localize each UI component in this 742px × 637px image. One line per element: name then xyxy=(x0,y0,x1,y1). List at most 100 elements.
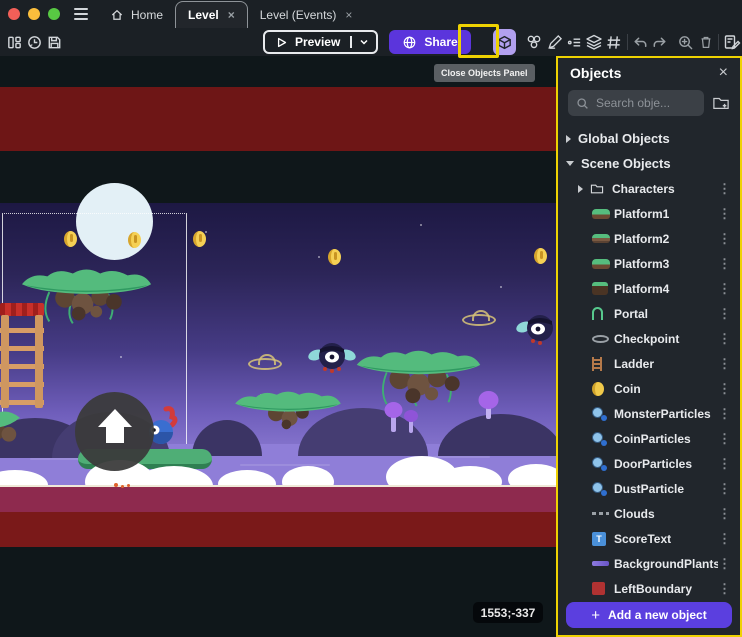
object-menu-icon[interactable]: ⋮ xyxy=(718,581,728,597)
tab-level[interactable]: Level × xyxy=(175,1,248,28)
panels-icon[interactable] xyxy=(5,30,25,54)
hamburger-menu-icon[interactable] xyxy=(74,8,88,20)
object-row-checkpoint[interactable]: Checkpoint⋮ xyxy=(558,326,740,351)
object-menu-icon[interactable]: ⋮ xyxy=(718,331,728,347)
add-new-object-button[interactable]: + Add a new object xyxy=(566,602,732,628)
object-row-portal[interactable]: Portal⋮ xyxy=(558,301,740,326)
object-menu-icon[interactable]: ⋮ xyxy=(718,181,728,197)
object-menu-icon[interactable]: ⋮ xyxy=(718,281,728,297)
object-label: LeftBoundary xyxy=(614,582,718,596)
platform-instance[interactable] xyxy=(353,344,484,410)
object-label: Platform1 xyxy=(614,207,718,221)
object-row-scoretext[interactable]: TScoreText⋮ xyxy=(558,526,740,551)
plus-icon: + xyxy=(591,607,600,624)
object-menu-icon[interactable]: ⋮ xyxy=(718,256,728,272)
maximize-window-button[interactable] xyxy=(48,8,60,20)
platform-instance[interactable] xyxy=(0,403,24,449)
object-row-dustparticle[interactable]: DustParticle⋮ xyxy=(558,476,740,501)
edit-events-icon[interactable] xyxy=(722,30,742,54)
preview-label: Preview xyxy=(295,35,340,49)
platform-instance[interactable] xyxy=(230,386,346,434)
object-menu-icon[interactable]: ⋮ xyxy=(718,531,728,547)
folder-characters[interactable]: Characters ⋮ xyxy=(558,176,740,201)
monster-instance[interactable] xyxy=(308,340,356,378)
layers-icon[interactable] xyxy=(584,30,604,54)
text-icon: T xyxy=(592,532,606,546)
lower-boundary-band[interactable] xyxy=(0,512,556,547)
particles-icon xyxy=(592,457,608,471)
object-row-platform2[interactable]: Platform2⋮ xyxy=(558,226,740,251)
section-global-objects[interactable]: Global Objects xyxy=(558,126,740,151)
gdevelop-window: Home Level × Level (Events) × Pr xyxy=(0,0,742,637)
coin-instance[interactable] xyxy=(193,231,206,247)
object-row-platform1[interactable]: Platform1⋮ xyxy=(558,201,740,226)
object-menu-icon[interactable]: ⋮ xyxy=(718,381,728,397)
ground-band[interactable] xyxy=(0,487,556,512)
dashes-icon xyxy=(592,512,609,515)
close-tab-icon[interactable]: × xyxy=(345,8,352,22)
add-folder-icon[interactable] xyxy=(712,95,730,111)
objects-cube-icon[interactable] xyxy=(493,29,516,55)
trash-icon[interactable] xyxy=(696,30,716,54)
top-boundary-object[interactable] xyxy=(0,87,556,151)
close-tab-icon[interactable]: × xyxy=(228,8,235,22)
undo-icon[interactable] xyxy=(630,30,650,54)
coin-instance[interactable] xyxy=(328,249,341,265)
object-menu-icon[interactable]: ⋮ xyxy=(718,406,728,422)
object-groups-icon[interactable] xyxy=(525,30,545,54)
preview-options-dropdown[interactable] xyxy=(350,36,376,48)
scene-canvas[interactable]: 1553;-337 xyxy=(0,56,556,637)
share-button[interactable]: Share xyxy=(389,30,470,54)
object-row-clouds[interactable]: Clouds⋮ xyxy=(558,501,740,526)
instances-list-icon[interactable] xyxy=(564,30,584,54)
object-row-coin[interactable]: Coin⋮ xyxy=(558,376,740,401)
particles-icon xyxy=(592,407,608,421)
coin-instance[interactable] xyxy=(64,231,77,247)
coin-instance[interactable] xyxy=(128,232,141,248)
section-scene-objects[interactable]: Scene Objects xyxy=(558,151,740,176)
object-menu-icon[interactable]: ⋮ xyxy=(718,356,728,372)
object-menu-icon[interactable]: ⋮ xyxy=(718,431,728,447)
search-input[interactable] xyxy=(596,96,686,110)
tab-home[interactable]: Home xyxy=(98,2,175,28)
up-arrow-icon xyxy=(106,426,124,443)
boundary-icon xyxy=(592,582,605,595)
object-menu-icon[interactable]: ⋮ xyxy=(718,306,728,322)
platform-block-icon xyxy=(592,282,608,295)
tab-label: Level (Events) xyxy=(260,8,337,22)
object-menu-icon[interactable]: ⋮ xyxy=(718,481,728,497)
checkpoint-outline[interactable] xyxy=(248,358,282,370)
object-row-backgroundplants[interactable]: BackgroundPlants⋮ xyxy=(558,551,740,576)
jump-control-button[interactable] xyxy=(75,392,154,471)
pencil-icon[interactable] xyxy=(544,30,564,54)
object-menu-icon[interactable]: ⋮ xyxy=(718,556,728,572)
object-row-coinparticles[interactable]: CoinParticles⋮ xyxy=(558,426,740,451)
object-row-platform4[interactable]: Platform4⋮ xyxy=(558,276,740,301)
close-panel-icon[interactable]: × xyxy=(719,65,728,81)
coin-instance[interactable] xyxy=(534,248,547,264)
preview-button[interactable]: Preview xyxy=(263,30,378,54)
close-window-button[interactable] xyxy=(8,8,20,20)
ladder-instance[interactable] xyxy=(0,315,44,408)
checkpoint-outline[interactable] xyxy=(462,314,496,326)
chevron-down-icon xyxy=(358,36,370,48)
object-row-leftboundary[interactable]: LeftBoundary⋮ xyxy=(558,576,740,596)
object-menu-icon[interactable]: ⋮ xyxy=(718,206,728,222)
minimize-window-button[interactable] xyxy=(28,8,40,20)
tab-level-events[interactable]: Level (Events) × xyxy=(248,2,365,28)
object-row-doorparticles[interactable]: DoorParticles⋮ xyxy=(558,451,740,476)
monster-instance[interactable] xyxy=(516,312,556,350)
object-row-monsterparticles[interactable]: MonsterParticles⋮ xyxy=(558,401,740,426)
object-search-input[interactable] xyxy=(568,90,704,116)
object-menu-icon[interactable]: ⋮ xyxy=(718,506,728,522)
zoom-in-icon[interactable] xyxy=(676,30,696,54)
save-icon[interactable] xyxy=(44,30,64,54)
object-menu-icon[interactable]: ⋮ xyxy=(718,456,728,472)
grid-icon[interactable] xyxy=(604,30,624,54)
object-menu-icon[interactable]: ⋮ xyxy=(718,231,728,247)
object-row-ladder[interactable]: Ladder⋮ xyxy=(558,351,740,376)
object-row-platform3[interactable]: Platform3⋮ xyxy=(558,251,740,276)
object-label: MonsterParticles xyxy=(614,407,718,421)
redo-icon[interactable] xyxy=(650,30,670,54)
history-icon[interactable] xyxy=(24,30,44,54)
